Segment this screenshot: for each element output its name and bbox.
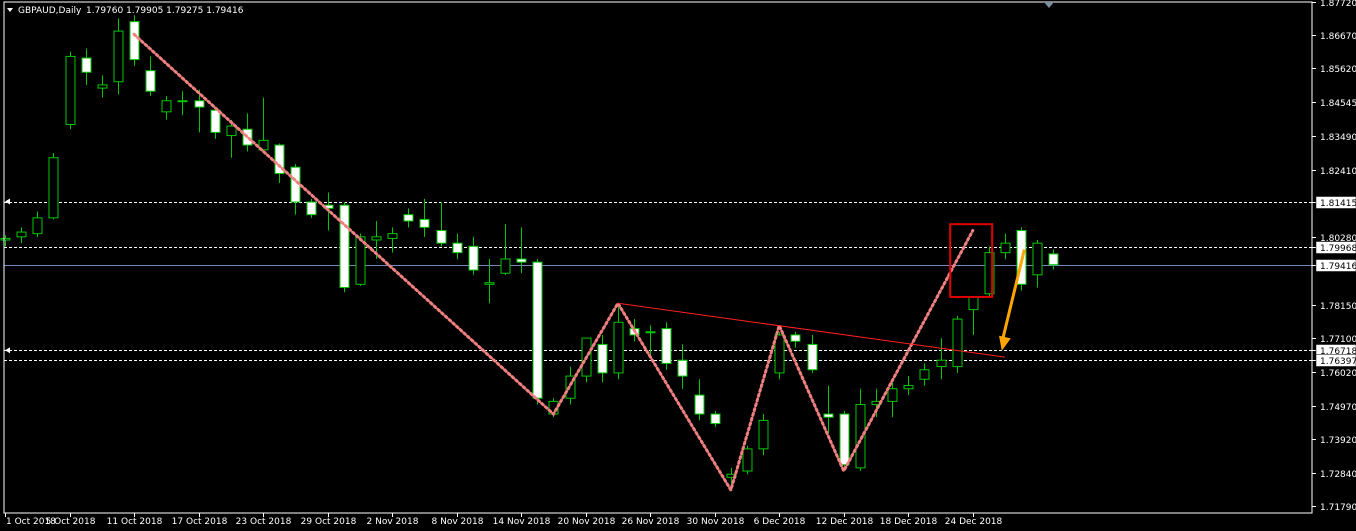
x-tick-label: 29 Oct 2018 [301,517,357,527]
candle [661,322,672,370]
candle-body [468,245,479,271]
candle-body [823,413,834,418]
candle-body [710,413,721,425]
candle-body [1000,242,1011,254]
y-tick-label: 1.73920 [1320,436,1356,446]
candle-body [145,70,156,92]
candle-body [839,413,850,466]
x-tick-label: 2 Nov 2018 [367,517,419,527]
x-tick-label: 14 Nov 2018 [493,517,551,527]
candle [952,315,963,373]
ohlc-values: 1.79760 1.79905 1.79275 1.79416 [86,6,244,16]
price-label-text: 1.79968 [1320,244,1356,254]
candle-body [677,359,688,377]
candle-body [968,296,979,311]
candle-body [597,343,608,374]
x-tick-label: 18 Dec 2018 [880,517,938,527]
x-tick-label: 30 Nov 2018 [687,517,745,527]
candle-body [371,236,382,241]
y-tick-label: 1.85620 [1320,65,1356,75]
candle-body [419,218,430,228]
candle-body [161,100,172,113]
candle [339,202,350,293]
x-tick-label: 5 Oct 2018 [46,517,96,527]
y-tick-label: 1.72840 [1320,470,1356,480]
candle-body [436,229,447,244]
candle-body [952,318,963,368]
candle-body [484,282,495,285]
candle-body [113,30,124,83]
y-tick-label: 1.84545 [1320,99,1356,109]
candle-body [177,100,188,103]
y-tick-label: 1.82410 [1320,167,1356,177]
y-tick-label: 1.83490 [1320,133,1356,143]
candle-body [919,369,930,380]
candle-body [129,21,140,61]
x-tick-label: 20 Nov 2018 [558,517,616,527]
candle-body [807,343,818,371]
candle-body [65,55,76,125]
header: GBPAUD,Daily 1.79760 1.79905 1.79275 1.7… [7,6,244,16]
candle-body [645,331,656,334]
candle-body [81,57,92,73]
x-tick-label: 11 Oct 2018 [107,517,163,527]
candle-body [936,359,947,368]
x-tick-label: 23 Oct 2018 [236,517,292,527]
candle [48,152,59,220]
candle-body [210,109,221,133]
y-tick-label: 1.86670 [1320,32,1356,42]
candle-body [16,231,27,238]
candle-body [97,84,108,89]
candle-body [903,385,914,390]
y-tick-label: 1.74970 [1320,403,1356,413]
x-tick-label: 8 Nov 2018 [432,517,484,527]
y-tick-label: 1.78150 [1320,302,1356,312]
symbol-label: GBPAUD,Daily [18,6,82,16]
candle-body [758,419,769,450]
candle-body [532,261,543,399]
candle-body [694,394,705,415]
candle-body [403,214,414,222]
candle-body [742,448,753,472]
x-tick-label: 26 Nov 2018 [622,517,680,527]
candle [742,445,753,475]
x-tick-label: 6 Dec 2018 [754,517,806,527]
candle-body [887,388,898,402]
candle-body [339,204,350,288]
y-tick-label: 1.71790 [1320,503,1356,513]
candle-body [613,321,624,374]
candle-body [0,237,11,241]
candle-body [194,100,205,108]
x-tick-label: 12 Dec 2018 [816,517,874,527]
x-tick-label: 24 Dec 2018 [945,517,1003,527]
candle-body [516,258,527,263]
candle [758,414,769,456]
candle [65,51,76,130]
price-label-text: 1.76397 [1320,357,1356,367]
candle-body [306,201,317,216]
candle-body [661,328,672,364]
price-label-text: 1.81415 [1320,199,1356,209]
candle-body [226,125,237,137]
price-label-text: 1.79416 [1320,262,1356,272]
x-tick-label: 17 Oct 2018 [172,517,228,527]
candle [306,198,317,218]
candle-body [774,334,785,374]
candle-body [790,334,801,342]
candle-body [1048,253,1059,266]
candle-body [32,217,43,235]
candle-body [387,233,398,239]
y-tick-label: 1.76020 [1320,369,1356,379]
candle-body [452,242,463,254]
candle-body [500,258,511,274]
candle [129,15,140,66]
price-chart[interactable]: 1.87720 1.86670 1.85620 1.84545 1.83490 1.824… [0,0,1356,531]
y-tick-label: 1.87720 [1320,0,1356,9]
candle-body [1032,242,1043,276]
candle [839,410,850,468]
y-tick-label: 1.77100 [1320,335,1356,345]
candle [532,258,543,405]
candle-body [48,157,59,219]
